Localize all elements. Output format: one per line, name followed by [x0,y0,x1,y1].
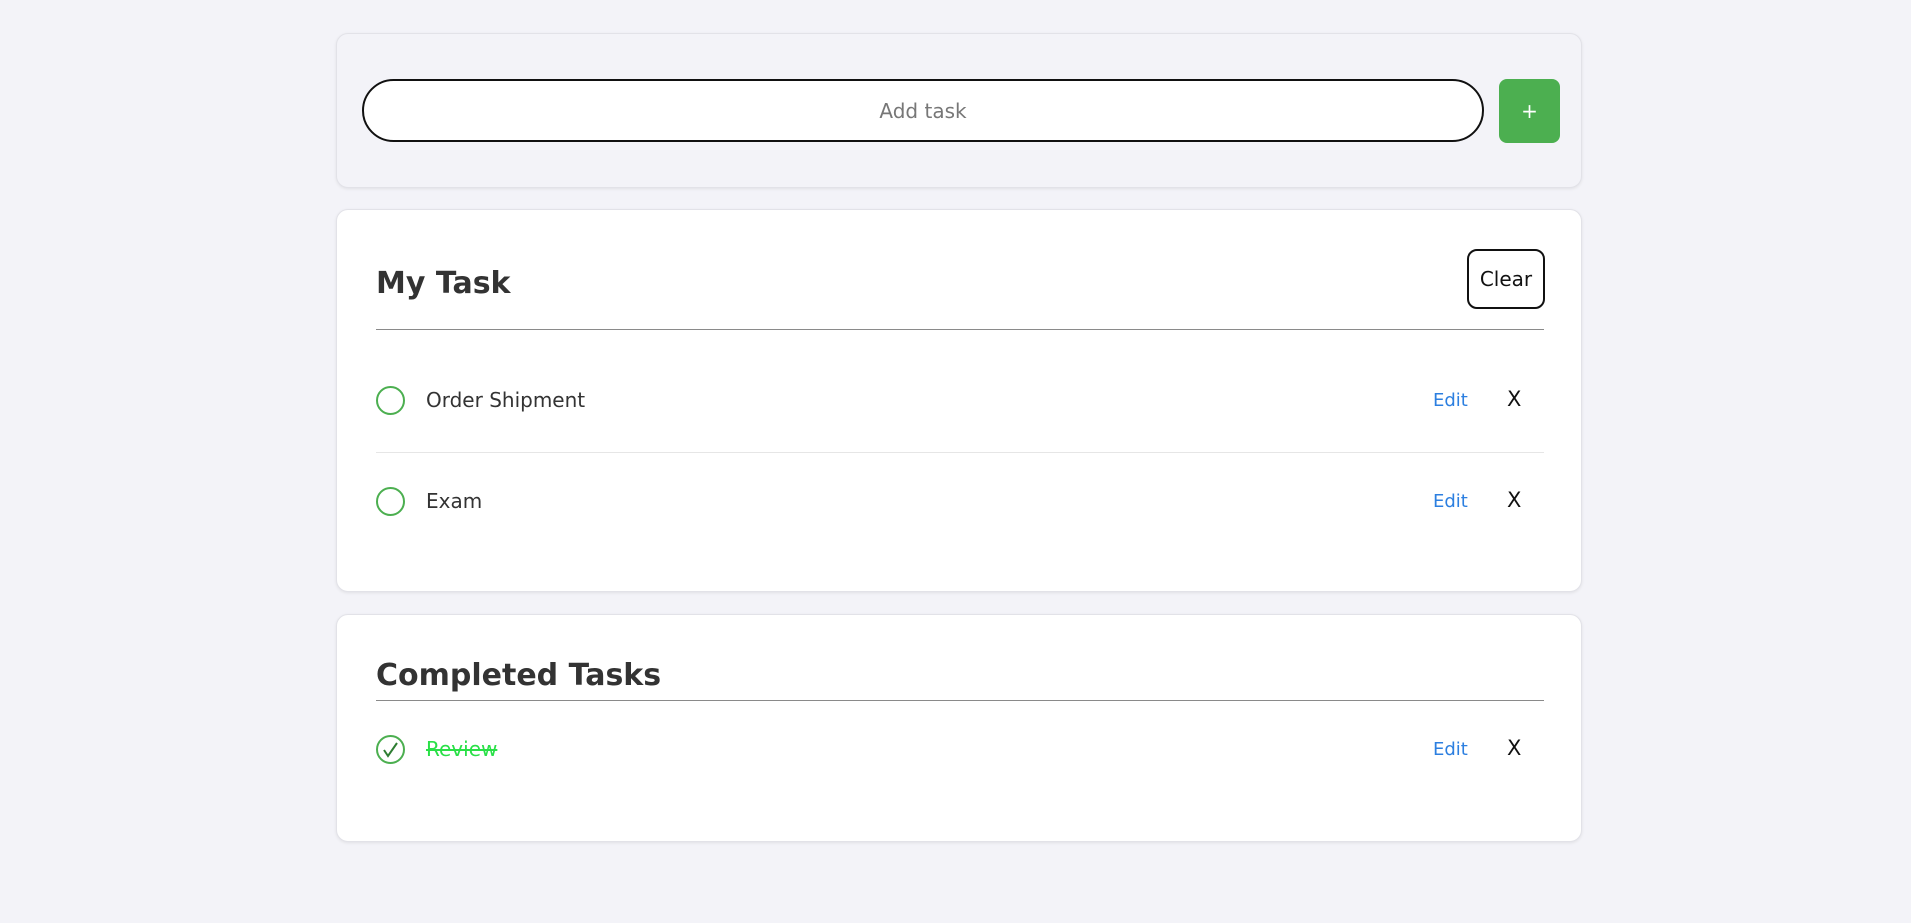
delete-button[interactable]: X [1507,488,1521,512]
check-circle-icon[interactable] [376,735,405,764]
task-row: Order Shipment Edit X [376,352,1544,453]
add-task-card: + [336,33,1582,188]
my-tasks-title: My Task [376,266,511,301]
checkmark-icon [383,742,398,758]
delete-button[interactable]: X [1507,387,1521,411]
my-tasks-divider [376,329,1544,330]
task-row: Exam Edit X [376,453,1544,553]
task-label: Exam [426,489,483,513]
add-task-input[interactable] [362,79,1484,142]
my-tasks-card: My Task Clear Order Shipment Edit X Exam… [336,209,1582,592]
edit-button[interactable]: Edit [1433,390,1468,411]
task-row: Review Edit X [376,701,1544,801]
task-label: Review [426,737,498,761]
delete-button[interactable]: X [1507,736,1521,760]
add-task-button[interactable]: + [1499,79,1560,143]
edit-button[interactable]: Edit [1433,739,1468,760]
completed-tasks-title: Completed Tasks [376,658,662,693]
edit-button[interactable]: Edit [1433,491,1468,512]
circle-icon[interactable] [376,487,405,516]
clear-button[interactable]: Clear [1467,249,1545,309]
circle-icon[interactable] [376,386,405,415]
completed-tasks-card: Completed Tasks Review Edit X [336,614,1582,842]
task-label: Order Shipment [426,388,586,412]
